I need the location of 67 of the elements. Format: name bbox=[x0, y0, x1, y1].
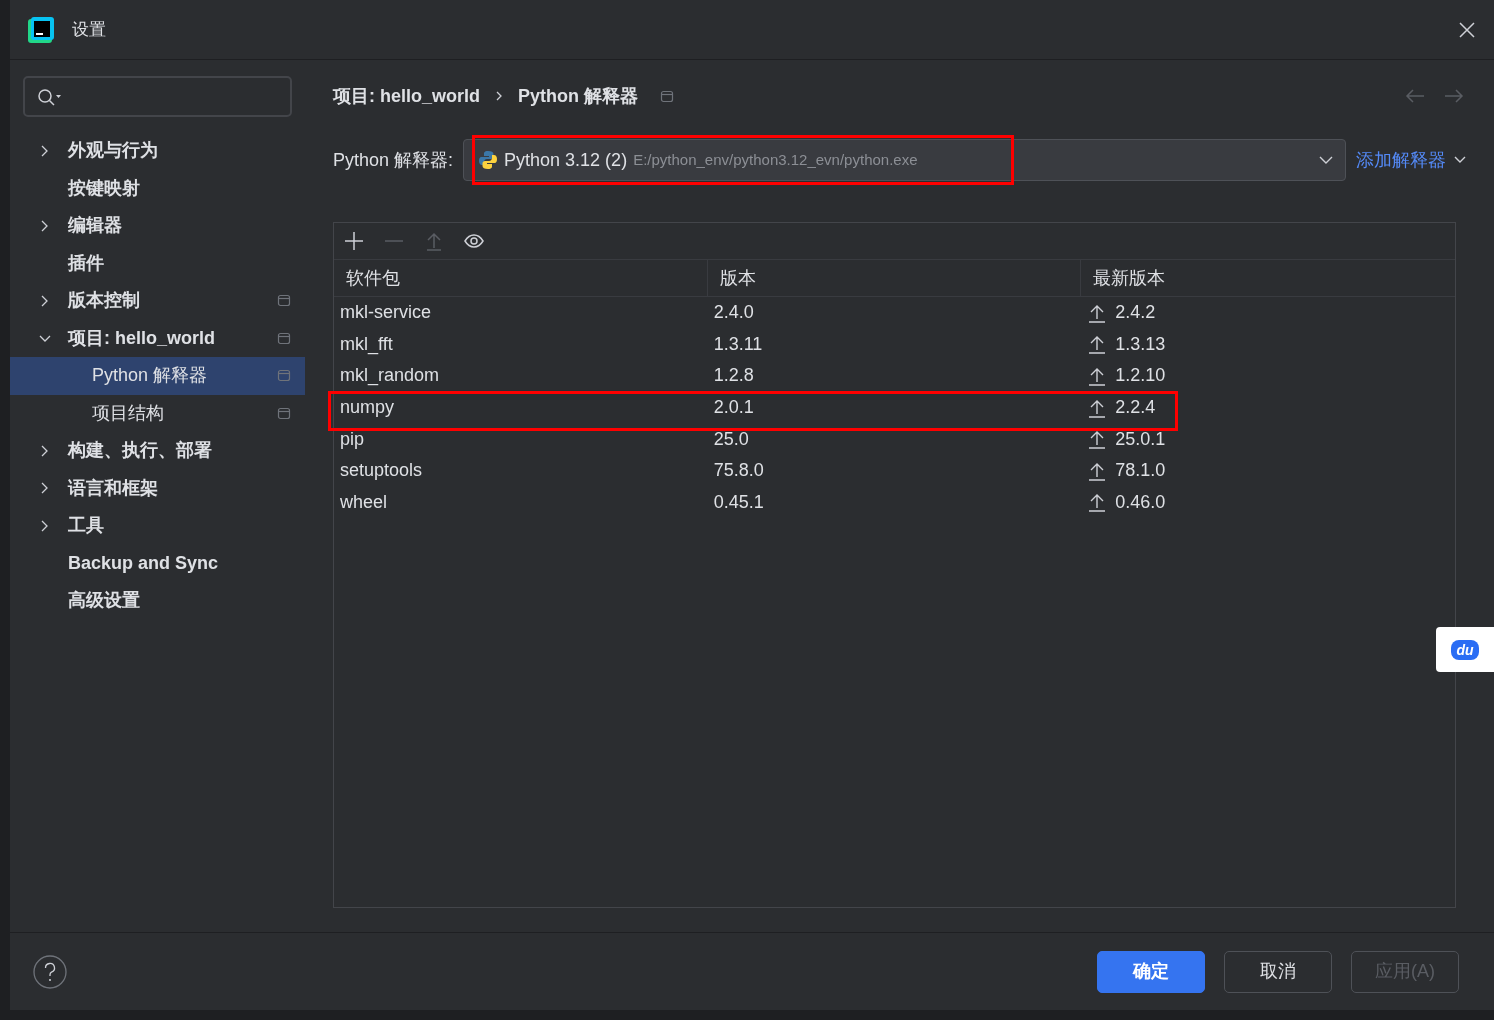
window-icon bbox=[660, 89, 674, 103]
table-cell-text: mkl_random bbox=[339, 364, 441, 388]
interpreter-name: Python 3.12 (2) bbox=[504, 148, 628, 172]
upgrade-arrow-icon bbox=[1087, 492, 1108, 513]
search-field[interactable] bbox=[23, 76, 292, 117]
column-header: 最新版本 bbox=[1092, 266, 1167, 290]
interpreter-path: E:/python_env/python3.12_evn/python.exe bbox=[633, 149, 918, 170]
field-label: Python 解释器: bbox=[333, 148, 454, 172]
sidebar-item[interactable]: 高级设置 bbox=[10, 582, 305, 620]
ok-button[interactable]: 确定 bbox=[1097, 950, 1205, 993]
sidebar-item[interactable]: 工具 bbox=[10, 507, 305, 545]
table-cell-text: 0.45.1 bbox=[712, 490, 765, 514]
sidebar-item[interactable]: 按键映射 bbox=[10, 169, 305, 207]
table-cell-text: 2.4.0 bbox=[712, 301, 755, 325]
table-cell-text: 25.0 bbox=[712, 427, 750, 451]
table-cell-text: 2.2.4 bbox=[1115, 396, 1156, 420]
column-header: 版本 bbox=[707, 260, 1082, 296]
app-logo-icon bbox=[28, 16, 54, 43]
window-icon bbox=[277, 331, 291, 345]
table-cell-text: 1.3.11 bbox=[712, 332, 764, 356]
upgrade-arrow-icon bbox=[1087, 429, 1108, 450]
table-cell-text: mkl-service bbox=[339, 301, 432, 325]
add-interpreter-link[interactable]: 添加解释器 bbox=[1356, 146, 1446, 174]
sidebar-item[interactable]: 版本控制 bbox=[10, 282, 305, 320]
sidebar-item[interactable]: 编辑器 bbox=[10, 207, 305, 245]
window-title: 设置 bbox=[72, 18, 106, 41]
upgrade-arrow-icon bbox=[1087, 366, 1108, 386]
breadcrumb-item[interactable]: 项目: hello_world bbox=[333, 82, 480, 110]
help-icon[interactable] bbox=[33, 954, 67, 989]
chevron-down-icon[interactable] bbox=[1454, 156, 1466, 164]
table-cell-text: 1.2.10 bbox=[1115, 364, 1166, 388]
floating-badge[interactable]: du bbox=[1436, 627, 1494, 672]
table-cell-text: pip bbox=[339, 427, 366, 451]
table-cell-text: setuptools bbox=[339, 459, 424, 483]
sidebar-item[interactable]: 项目: hello_world bbox=[10, 319, 305, 357]
table-cell-text: 0.46.0 bbox=[1115, 490, 1166, 514]
window-icon bbox=[277, 294, 291, 308]
sidebar-item[interactable]: 外观与行为 bbox=[10, 132, 305, 170]
breadcrumb-item[interactable]: Python 解释器 bbox=[518, 82, 638, 110]
upgrade-arrow-icon bbox=[1087, 334, 1108, 355]
sidebar-item[interactable]: Python 解释器 bbox=[10, 357, 305, 395]
table-cell-text: numpy bbox=[339, 396, 396, 420]
table-cell-text: 25.0.1 bbox=[1115, 427, 1166, 451]
column-header: 软件包 bbox=[334, 260, 708, 296]
python-logo-icon bbox=[478, 150, 499, 170]
window-icon bbox=[277, 406, 291, 420]
sidebar-item[interactable]: 构建、执行、部署 bbox=[10, 432, 305, 470]
cancel-button[interactable]: 取消 bbox=[1224, 950, 1332, 993]
table-cell-text: 75.8.0 bbox=[712, 459, 765, 483]
table-cell-text: 78.1.0 bbox=[1115, 459, 1166, 483]
sidebar-item[interactable]: 插件 bbox=[10, 244, 305, 282]
chevron-down-icon bbox=[1319, 156, 1333, 164]
search-icon bbox=[37, 86, 63, 107]
sidebar-item[interactable]: 语言和框架 bbox=[10, 469, 305, 507]
table-cell-text: mkl_fft bbox=[339, 332, 394, 357]
table-cell-text: 2.0.1 bbox=[712, 396, 755, 420]
sidebar-item[interactable]: 项目结构 bbox=[10, 394, 305, 432]
window-icon bbox=[277, 369, 291, 383]
paw-logo: du bbox=[1451, 639, 1479, 660]
close-icon[interactable] bbox=[1458, 20, 1476, 39]
interpreter-dropdown[interactable]: Python 3.12 (2) E:/python_env/python3.12_evn/python.exe bbox=[463, 139, 1346, 181]
table-cell-text: 1.3.13 bbox=[1115, 332, 1166, 356]
table-cell-text: 2.4.2 bbox=[1115, 301, 1156, 325]
chevron-right-icon bbox=[494, 90, 504, 102]
table-cell-text: wheel bbox=[339, 490, 389, 514]
sidebar-item[interactable]: Backup and Sync bbox=[10, 544, 305, 582]
table-cell-text: 1.2.8 bbox=[712, 364, 755, 388]
